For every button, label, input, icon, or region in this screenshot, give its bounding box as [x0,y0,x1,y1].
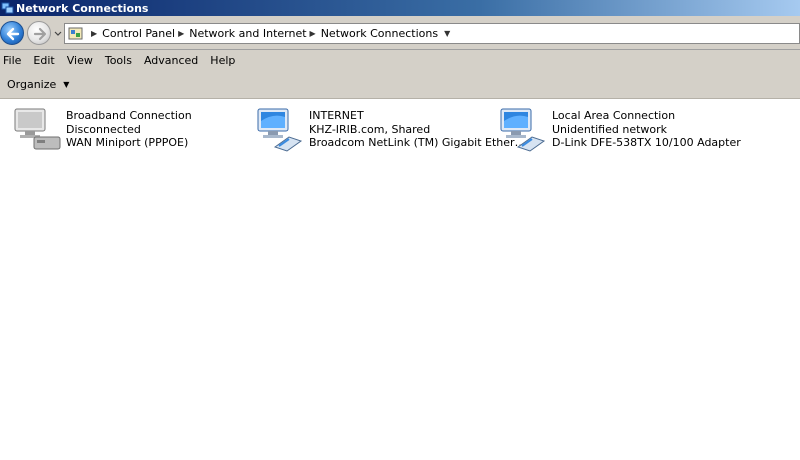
connection-name: Local Area Connection [552,109,676,122]
network-connection-icon [257,108,303,152]
menu-view[interactable]: View [61,54,99,67]
menu-bar: File Edit View Tools Advanced Help [0,50,800,71]
control-panel-icon [68,27,83,39]
breadcrumb-dropdown-icon[interactable]: ▼ [444,29,450,38]
recent-pages-dropdown-icon[interactable] [53,29,63,39]
breadcrumb-separator-icon[interactable]: ▶ [178,29,184,38]
connection-name: Broadband Connection [66,109,192,122]
network-connections-icon [1,2,14,13]
menu-tools[interactable]: Tools [99,54,138,67]
organize-button[interactable]: Organize ▼ [7,78,69,91]
connection-device: D-Link DFE-538TX 10/100 Adapter [552,136,741,149]
title-bar: Network Connections [0,0,800,16]
menu-help[interactable]: Help [204,54,241,67]
connections-list: Broadband Connection Disconnected WAN Mi… [0,100,800,460]
connection-status: Disconnected [66,122,141,136]
menu-edit[interactable]: Edit [27,54,60,67]
network-connection-icon [500,108,546,152]
menu-advanced[interactable]: Advanced [138,54,204,67]
address-field[interactable]: ▶ Control Panel ▶ Network and Internet ▶ N… [64,23,800,44]
menu-file[interactable]: File [0,54,27,67]
chevron-down-icon: ▼ [63,80,70,89]
address-start-arrow[interactable]: ▶ [88,29,102,38]
breadcrumb-control-panel[interactable]: Control Panel ▶ [102,27,189,40]
back-arrow-icon [6,27,20,41]
connection-item-local-area[interactable]: Local Area Connection Unidentified netwo… [498,107,741,155]
breadcrumb-network-connections[interactable]: Network Connections ▼ [321,27,451,40]
forward-arrow-icon [33,27,47,41]
connection-status: Unidentified network [552,122,668,136]
address-bar: ▶ Control Panel ▶ Network and Internet ▶ N… [0,16,800,50]
forward-button[interactable] [27,21,51,45]
breadcrumb-separator-icon[interactable]: ▶ [310,29,316,38]
breadcrumb-network-and-internet[interactable]: Network and Internet ▶ [189,27,320,40]
connection-device: Broadcom NetLink (TM) Gigabit Ether… [309,136,526,149]
connection-device: WAN Miniport (PPPOE) [66,136,189,149]
back-button[interactable] [0,21,24,45]
connection-status: KHZ-IRIB.com, Shared [309,122,431,136]
broadband-connection-icon [14,108,61,150]
connection-item-internet[interactable]: INTERNET KHZ-IRIB.com, Shared Broadcom N… [255,107,526,155]
window-title: Network Connections [16,1,149,15]
connection-item-broadband[interactable]: Broadband Connection Disconnected WAN Mi… [12,107,192,155]
connection-name: INTERNET [309,109,364,122]
command-bar: Organize ▼ [0,71,800,99]
